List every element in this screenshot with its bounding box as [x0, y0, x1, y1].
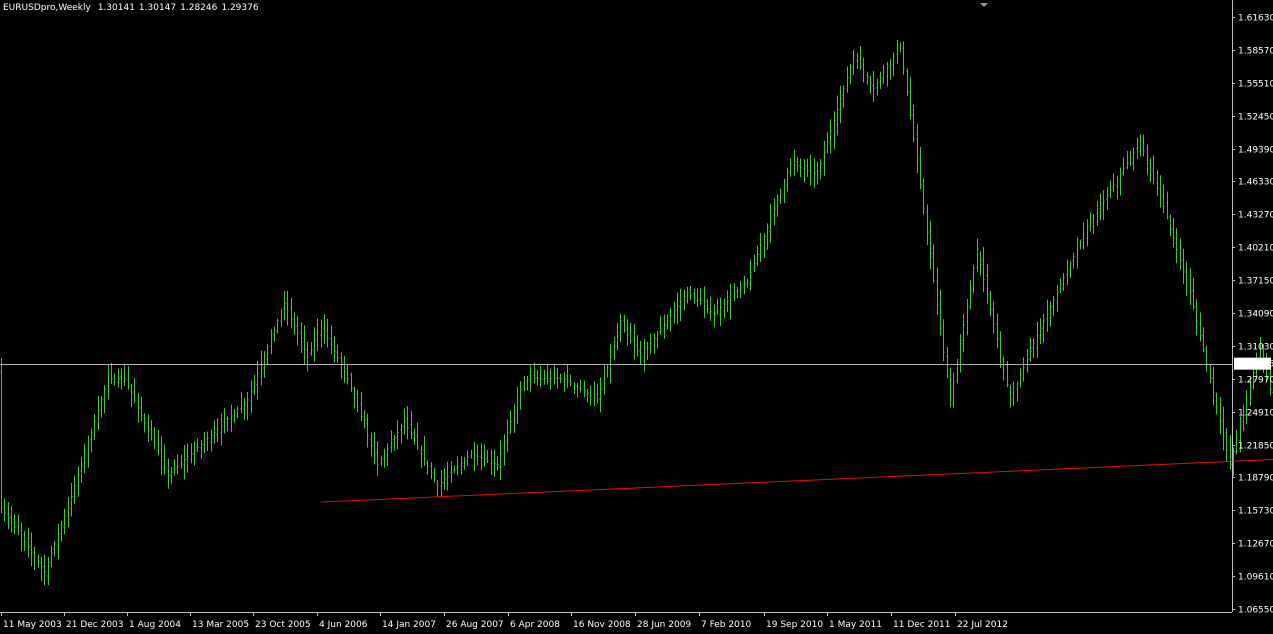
y-tick-label: 1.61630: [1238, 14, 1273, 24]
x-tick-label: 16 Nov 2008: [573, 620, 631, 630]
y-tick-label: 1.55510: [1238, 80, 1273, 90]
y-tick-label: 1.27970: [1238, 376, 1273, 386]
shift-marker-icon: [980, 3, 988, 7]
y-tick-label: 1.34090: [1238, 310, 1273, 320]
y-tick-label: 1.31030: [1238, 343, 1273, 353]
y-tick-label: 1.58570: [1238, 47, 1273, 57]
x-tick-label: 21 Dec 2003: [66, 620, 124, 630]
x-tick-label: 14 Jan 2007: [382, 620, 436, 630]
x-tick-label: 11 Dec 2011: [893, 620, 951, 630]
y-tick-label: 1.06550: [1238, 606, 1273, 616]
x-tick-label: 28 Jun 2009: [637, 620, 691, 630]
y-tick-label: 1.21850: [1238, 442, 1273, 452]
y-tick-label: 1.18790: [1238, 474, 1273, 484]
support-trendline: [320, 458, 1273, 503]
x-tick-label: 4 Jun 2006: [319, 620, 368, 630]
y-tick-label: 1.49390: [1238, 146, 1273, 156]
current-price-label: 1.29376: [1237, 360, 1273, 370]
chart-overlays: [0, 3, 1273, 503]
x-tick-label: 13 Mar 2005: [192, 620, 249, 630]
y-tick-label: 1.40210: [1238, 244, 1273, 254]
x-tick-label: 26 Aug 2007: [446, 620, 504, 630]
y-tick-label: 1.52450: [1238, 113, 1273, 123]
price-chart[interactable]: 1.61630 1.58570 1.55510 1.52450 1.49390 1.463…: [0, 0, 1273, 634]
x-tick-label: 1 Aug 2004: [129, 620, 181, 630]
x-tick-label: 1 May 2011: [829, 620, 882, 630]
chart-axes: 1.61630 1.58570 1.55510 1.52450 1.49390 1.463…: [0, 0, 1273, 630]
x-tick-label: 19 Sep 2010: [766, 620, 823, 630]
y-tick-label: 1.46330: [1238, 178, 1273, 188]
y-tick-label: 1.09610: [1238, 573, 1273, 583]
y-tick-label: 1.43270: [1238, 211, 1273, 221]
x-tick-label: 6 Apr 2008: [510, 620, 560, 630]
y-tick-label: 1.12670: [1238, 540, 1273, 550]
x-tick-label: 11 May 2003: [3, 620, 62, 630]
price-bars: [0, 39, 1273, 586]
y-tick-label: 1.37150: [1238, 277, 1273, 287]
x-tick-label: 7 Feb 2010: [701, 620, 752, 630]
x-tick-label: 22 Jul 2012: [957, 620, 1008, 630]
y-tick-label: 1.24910: [1238, 409, 1273, 419]
y-tick-label: 1.15730: [1238, 507, 1273, 517]
x-tick-label: 23 Oct 2005: [255, 620, 311, 630]
